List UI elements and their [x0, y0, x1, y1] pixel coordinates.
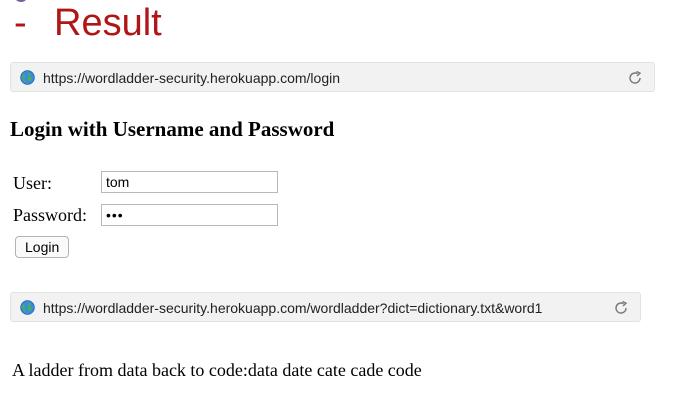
ladder-result-text: A ladder from data back to code:data dat… [12, 360, 422, 380]
username-input[interactable]: tom [101, 171, 278, 193]
user-label: User: [13, 173, 52, 193]
login-heading: Login with Username and Password [10, 117, 335, 141]
reload-icon[interactable] [626, 69, 644, 87]
address-bar-login[interactable]: https://wordladder-security.herokuapp.co… [10, 62, 655, 92]
slide-bullet: - [14, 2, 27, 44]
password-label: Password: [13, 205, 88, 225]
globe-icon [20, 300, 35, 315]
globe-icon [20, 70, 35, 85]
url-text[interactable]: https://wordladder-security.herokuapp.co… [43, 299, 606, 317]
address-bar-wordladder[interactable]: https://wordladder-security.herokuapp.co… [10, 292, 641, 322]
reload-icon[interactable] [612, 299, 630, 317]
url-text[interactable]: https://wordladder-security.herokuapp.co… [43, 69, 614, 87]
password-input[interactable]: ••• [101, 204, 278, 226]
login-button[interactable]: Login [15, 236, 70, 258]
slide-title-text: Result [54, 2, 162, 44]
slide-title: - Result [14, 0, 162, 46]
